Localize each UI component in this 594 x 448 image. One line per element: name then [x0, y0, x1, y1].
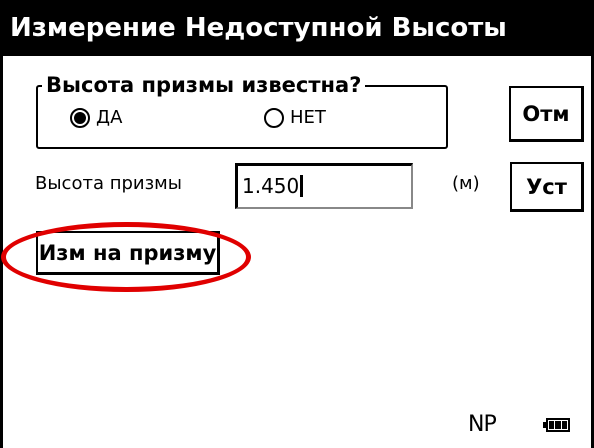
text-caret: [300, 175, 304, 197]
radio-unselected-icon: [264, 107, 284, 128]
prism-height-value: 1.450: [242, 174, 300, 198]
radio-selected-icon: [70, 107, 90, 128]
radio-no[interactable]: НЕТ: [264, 107, 326, 128]
set-button[interactable]: Уст: [510, 162, 584, 212]
radio-yes-label: ДА: [96, 107, 123, 128]
title-bar: Измерение Недоступной Высоты: [0, 0, 594, 56]
radio-no-label: НЕТ: [290, 107, 326, 128]
window-title: Измерение Недоступной Высоты: [10, 13, 507, 43]
prism-height-unit: (м): [452, 173, 480, 194]
prism-height-input[interactable]: 1.450: [235, 163, 413, 209]
annotation-highlight-ellipse: [1, 222, 251, 292]
radio-yes[interactable]: ДА: [70, 107, 122, 128]
prism-known-legend: Высота призмы известна?: [42, 73, 366, 97]
prism-height-label: Высота призмы: [35, 173, 182, 194]
cancel-button[interactable]: Отм: [509, 86, 584, 142]
battery-full-icon: [546, 418, 570, 432]
status-mode: NP: [468, 412, 497, 437]
